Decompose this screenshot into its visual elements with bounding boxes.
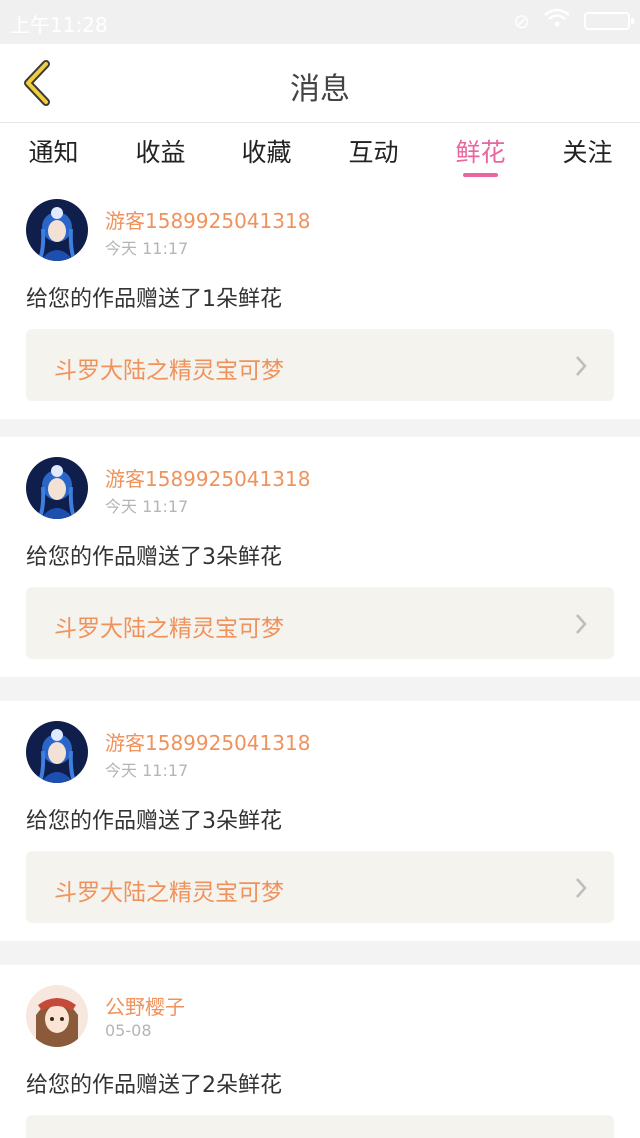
message-text: 给您的作品赠送了3朵鲜花 <box>26 545 282 570</box>
work-link[interactable]: 斗罗大陆之精灵宝可梦 <box>26 587 614 659</box>
mute-icon: ⊘ <box>513 9 530 33</box>
avatar[interactable] <box>26 199 88 261</box>
girl-blue-hair-avatar-icon <box>26 721 88 783</box>
status-bar: 上午11:28 ⊘ <box>0 0 640 44</box>
tab-follows[interactable]: 关注 <box>534 133 640 177</box>
chevron-right-icon <box>576 356 587 376</box>
message-text: 给您的作品赠送了1朵鲜花 <box>26 287 282 312</box>
tab-earnings[interactable]: 收益 <box>107 133 214 177</box>
work-title: 斗罗大陆之精灵宝可梦 <box>54 358 284 384</box>
timestamp: 今天 11:17 <box>105 497 189 516</box>
username[interactable]: 公野樱子 <box>105 991 185 1020</box>
timestamp: 今天 11:17 <box>105 761 189 780</box>
active-tab-indicator <box>463 173 498 177</box>
page-title: 消息 <box>290 72 350 107</box>
work-link[interactable]: 斗罗大陆之精灵宝可梦 <box>26 851 614 923</box>
timestamp: 05-08 <box>105 1021 152 1040</box>
message-text: 给您的作品赠送了2朵鲜花 <box>26 1073 282 1098</box>
avatar[interactable] <box>26 457 88 519</box>
chevron-right-icon <box>576 878 587 898</box>
status-time: 上午11:28 <box>10 13 108 37</box>
tab-favorites[interactable]: 收藏 <box>213 133 320 177</box>
username[interactable]: 游客1589925041318 <box>105 463 310 492</box>
message-text: 给您的作品赠送了3朵鲜花 <box>26 809 282 834</box>
wifi-icon <box>544 8 570 34</box>
avatar[interactable] <box>26 985 88 1047</box>
girl-brown-hair-avatar-icon <box>26 985 88 1047</box>
work-title: 斗罗大陆之精灵宝可梦 <box>54 616 284 642</box>
tab-notifications[interactable]: 通知 <box>0 133 107 177</box>
tab-flowers[interactable]: 鲜花 <box>427 133 534 177</box>
status-icons: ⊘ <box>513 8 634 34</box>
timestamp: 今天 11:17 <box>105 239 189 258</box>
username[interactable]: 游客1589925041318 <box>105 205 310 234</box>
list-item: 游客1589925041318 今天 11:17 给您的作品赠送了1朵鲜花 斗罗… <box>0 179 640 419</box>
battery-icon <box>584 12 634 30</box>
username[interactable]: 游客1589925041318 <box>105 727 310 756</box>
list-item: 公野樱子 05-08 给您的作品赠送了2朵鲜花 <box>0 965 640 1138</box>
avatar[interactable] <box>26 721 88 783</box>
tab-interactions[interactable]: 互动 <box>320 133 427 177</box>
chevron-right-icon <box>576 614 587 634</box>
list-item: 游客1589925041318 今天 11:17 给您的作品赠送了3朵鲜花 斗罗… <box>0 437 640 677</box>
list-item: 游客1589925041318 今天 11:17 给您的作品赠送了3朵鲜花 斗罗… <box>0 701 640 941</box>
girl-blue-hair-avatar-icon <box>26 199 88 261</box>
tab-bar: 通知 收益 收藏 互动 鲜花 关注 <box>0 123 640 179</box>
tab-flowers-label: 鲜花 <box>455 138 506 167</box>
nav-bar: 消息 <box>0 44 640 123</box>
work-title: 斗罗大陆之精灵宝可梦 <box>54 880 284 906</box>
work-link[interactable] <box>26 1115 614 1138</box>
work-link[interactable]: 斗罗大陆之精灵宝可梦 <box>26 329 614 401</box>
girl-blue-hair-avatar-icon <box>26 457 88 519</box>
